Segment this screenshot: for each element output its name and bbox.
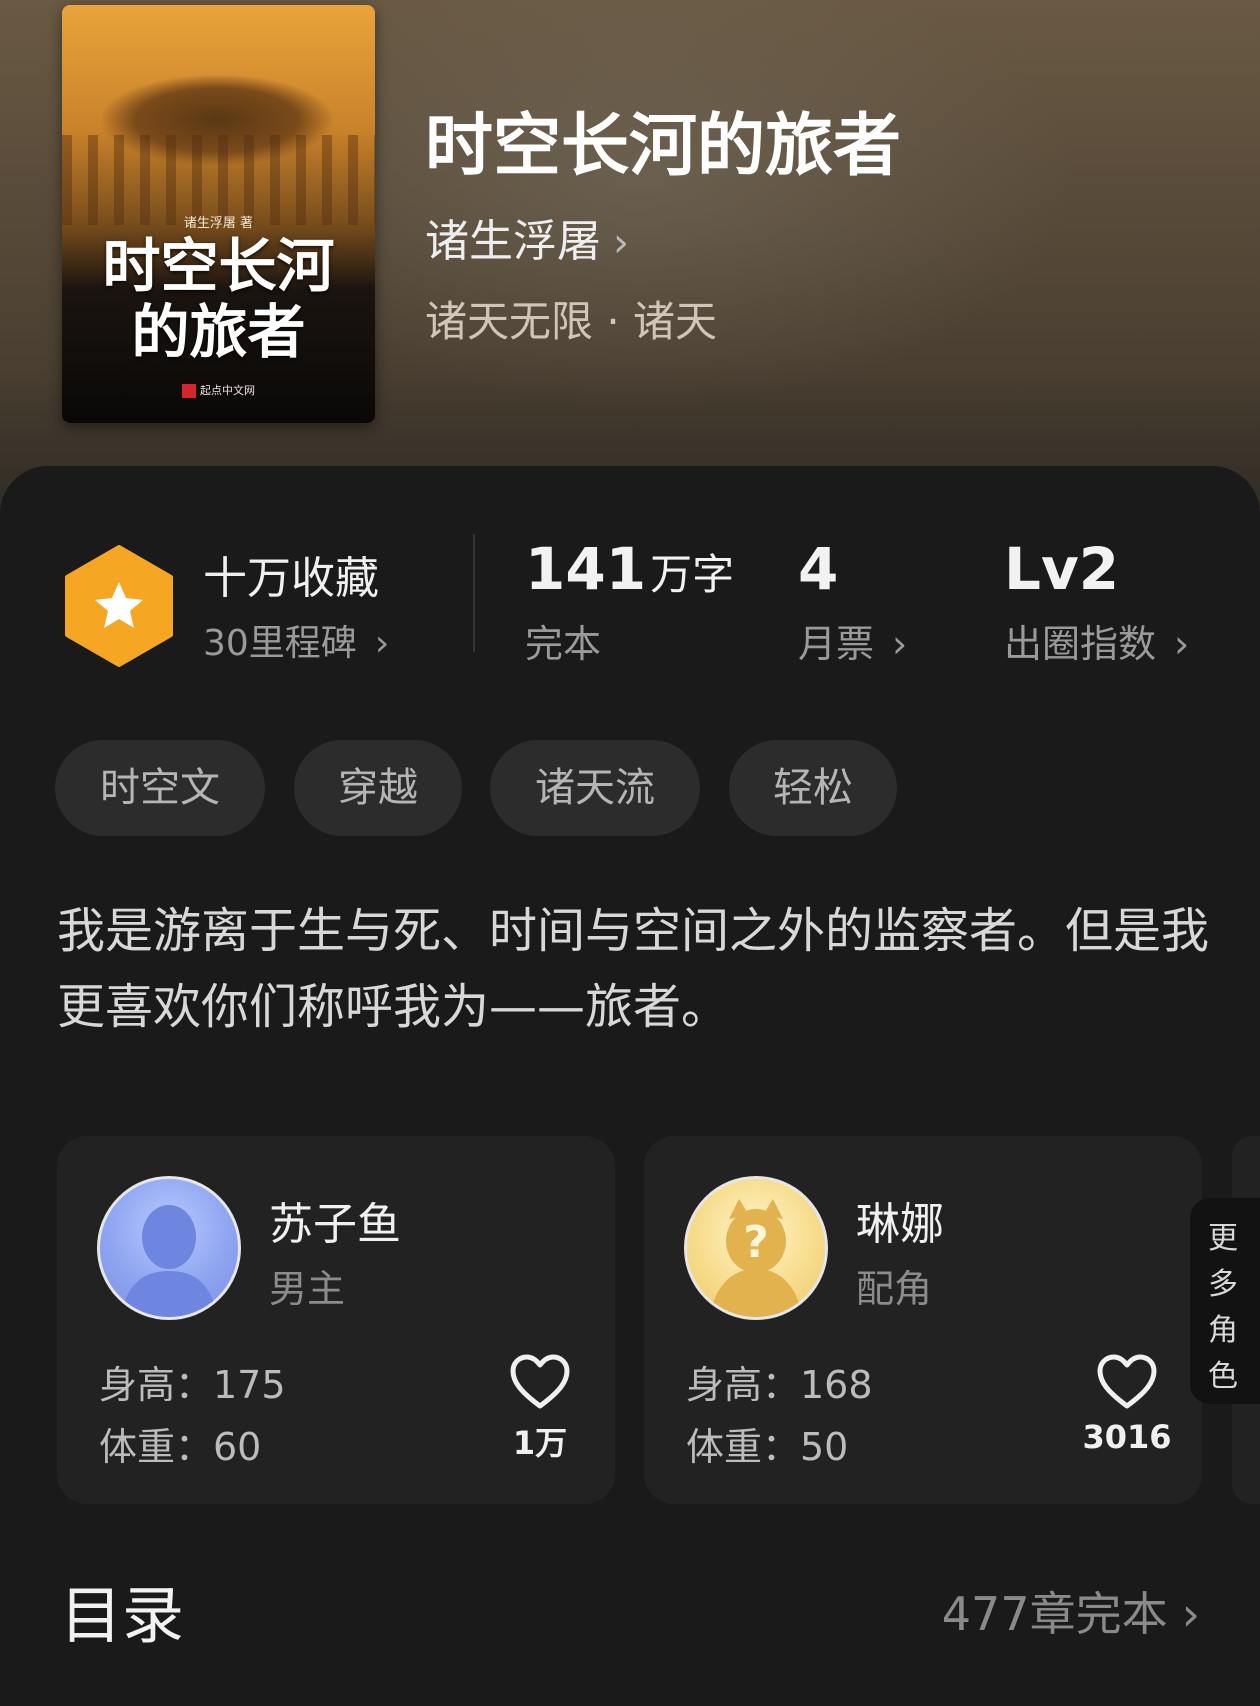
cover-publisher: 起点中文网	[62, 382, 375, 398]
popularity-index-stat[interactable]: Lv2 出圈指数 ›	[1004, 535, 1189, 668]
toc-title: 目录	[60, 1579, 185, 1652]
chevron-right-icon: ›	[374, 623, 390, 664]
chevron-right-icon: ›	[613, 220, 629, 266]
role-card[interactable]: 苏子鱼 男主 身高：175 体重：60 1万	[57, 1136, 615, 1504]
word-count-unit: 万字	[650, 550, 735, 599]
toc-link[interactable]: 477章完本 ›	[942, 1578, 1200, 1644]
heart-icon[interactable]	[1096, 1354, 1158, 1410]
book-cover[interactable]: 诸生浮屠 著 时空长河 的旅者 起点中文网	[62, 5, 375, 423]
more-roles-label: 更多角色	[1208, 1221, 1238, 1394]
role-name: 琳娜	[856, 1199, 944, 1250]
chevron-right-icon: ›	[1174, 622, 1190, 666]
role-name: 苏子鱼	[269, 1199, 401, 1250]
heart-icon[interactable]	[509, 1354, 571, 1410]
tag-chip[interactable]: 诸天流	[490, 740, 700, 836]
author-link[interactable]: 诸生浮屠 ›	[425, 205, 629, 269]
book-description[interactable]: 我是游离于生与死、时间与空间之外的监察者。但是我更喜欢你们称呼我为——旅者。	[57, 893, 1217, 1045]
tag-chip[interactable]: 穿越	[294, 740, 462, 836]
like-count: 1万	[512, 1424, 568, 1462]
avatar	[97, 1176, 241, 1320]
unknown-character-icon: ?	[709, 1199, 803, 1317]
tag-chip[interactable]: 轻松	[729, 740, 897, 836]
milestone-stat[interactable]: 十万收藏 30里程碑 ›	[203, 542, 389, 666]
divider	[473, 534, 475, 652]
genre-label[interactable]: 诸天无限 · 诸天	[425, 288, 717, 349]
cover-author: 诸生浮屠 著	[183, 216, 254, 231]
monthly-ticket-value: 4	[798, 535, 839, 603]
chevron-right-icon: ›	[892, 622, 908, 666]
tag-chip[interactable]: 时空文	[55, 740, 265, 836]
toc-status: 477章完本	[941, 1587, 1168, 1641]
role-weight: 体重：50	[686, 1425, 849, 1469]
popularity-index-label: 出圈指数	[1004, 622, 1157, 666]
monthly-ticket-stat[interactable]: 4 月票 ›	[798, 535, 907, 668]
chevron-right-icon: ›	[1181, 1587, 1200, 1641]
popularity-index-value: Lv2	[1004, 535, 1120, 603]
role-weight: 体重：60	[99, 1425, 262, 1469]
role-type: 男主	[269, 1267, 346, 1311]
word-count-label: 完本	[525, 622, 602, 666]
like-count: 3016	[1082, 1418, 1172, 1456]
svg-text:?: ?	[743, 1217, 769, 1268]
star-hexagon-icon[interactable]	[63, 545, 175, 667]
male-silhouette-icon	[120, 1205, 218, 1317]
cover-title: 时空长河 的旅者	[102, 232, 335, 366]
role-height: 身高：168	[686, 1363, 873, 1407]
avatar: ?	[684, 1176, 828, 1320]
publisher-logo-icon	[182, 384, 196, 398]
book-title: 时空长河的旅者	[425, 106, 902, 186]
hero-header: 诸生浮屠 著 时空长河 的旅者 起点中文网 时空长河的旅者 诸生浮屠 › 诸天无限…	[0, 0, 1260, 520]
milestone-label: 十万收藏	[203, 553, 379, 604]
role-height: 身高：175	[99, 1363, 286, 1407]
role-card[interactable]: ? 琳娜 配角 身高：168 体重：50 3016	[644, 1136, 1202, 1504]
publisher-label: 起点中文网	[200, 384, 255, 397]
word-count-stat: 141万字 完本	[525, 535, 734, 668]
author-name: 诸生浮屠	[425, 216, 601, 267]
role-type: 配角	[856, 1267, 933, 1311]
word-count-value: 141	[525, 535, 647, 603]
more-roles-button[interactable]: 更多角色	[1190, 1198, 1260, 1404]
monthly-ticket-label: 月票	[798, 622, 875, 666]
milestone-sub: 30里程碑	[203, 623, 357, 664]
